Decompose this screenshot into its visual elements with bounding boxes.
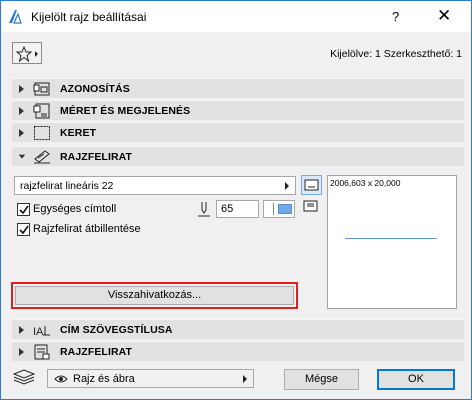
- panel-label: RAJZFELIRAT: [60, 151, 133, 163]
- chevron-right-icon: [285, 182, 289, 190]
- uniform-text-checkbox[interactable]: [17, 203, 30, 216]
- dialog-footer: Rajz és ábra Mégse OK: [1, 363, 471, 399]
- preview-size-label: 2006,603 x 20,000: [330, 178, 401, 188]
- panel-label: AZONOSÍTÁS: [60, 83, 130, 95]
- divider: [273, 203, 274, 215]
- pen-number-field[interactable]: [217, 201, 258, 217]
- layer-icon: [12, 369, 36, 385]
- favorites-button[interactable]: [12, 42, 42, 64]
- placement-bottom-icon: [304, 179, 319, 191]
- svg-text:IA: IA: [33, 326, 44, 338]
- text-style-icon: IA: [33, 326, 50, 338]
- title-preview: 2006,603 x 20,000: [327, 175, 457, 309]
- flip-title-label: Rajzfelirat átbillentése: [33, 223, 141, 235]
- expand-arrow-icon: [19, 348, 24, 356]
- placement-top-button[interactable]: [301, 198, 322, 216]
- size-appearance-icon: [33, 103, 50, 119]
- uniform-text-label: Egységes címtoll: [33, 203, 117, 215]
- id-icon: [33, 82, 50, 96]
- chevron-right-icon: [243, 375, 247, 383]
- expand-arrow-icon: [19, 326, 24, 334]
- panel-label: MÉRET ÉS MEGJELENÉS: [60, 105, 191, 117]
- expand-arrow-icon: [19, 129, 24, 137]
- title-bar: Kijelölt rajz beállításai ? ✕: [1, 1, 471, 32]
- panel-header-identification[interactable]: AZONOSÍTÁS: [12, 78, 464, 98]
- panel-header-frame[interactable]: KERET: [12, 122, 464, 142]
- selection-info: Kijelölve: 1 Szerkeszthető: 1: [330, 48, 462, 60]
- panel-header-size-appearance[interactable]: MÉRET ÉS MEGJELENÉS: [12, 100, 464, 120]
- pen-icon: [198, 202, 210, 217]
- title-params-icon: [34, 344, 50, 360]
- panel-header-drawing-title[interactable]: RAJZFELIRAT: [12, 146, 464, 166]
- expand-arrow-icon: [19, 107, 24, 115]
- help-button[interactable]: ?: [392, 9, 399, 24]
- uniform-text-checkbox-row[interactable]: Egységes címtoll: [17, 203, 177, 217]
- eye-icon: [54, 375, 68, 383]
- expand-arrow-icon: [19, 85, 24, 93]
- frame-icon: [34, 126, 50, 140]
- layer-dropdown[interactable]: Rajz és ábra: [47, 369, 254, 388]
- panel-label: RAJZFELIRAT: [60, 346, 133, 358]
- panel-label: KERET: [60, 127, 97, 139]
- cross-reference-button[interactable]: Visszahivatkozás...: [15, 286, 294, 305]
- archicad-logo-icon: [9, 10, 22, 24]
- ok-button[interactable]: OK: [377, 369, 455, 390]
- panel-label: CÍM SZÖVEGSTÍLUSA: [60, 324, 173, 336]
- pen-color-picker[interactable]: [263, 200, 295, 218]
- close-button[interactable]: ✕: [437, 6, 451, 26]
- placement-bottom-button[interactable]: [301, 175, 322, 195]
- checkmark-icon: [19, 225, 29, 235]
- flip-title-checkbox[interactable]: [17, 223, 30, 236]
- panel-header-title-params[interactable]: RAJZFELIRAT: [12, 341, 464, 361]
- preview-line: [345, 238, 437, 239]
- title-type-value: rajzfelirat lineáris 22: [20, 180, 114, 192]
- cancel-button[interactable]: Mégse: [284, 369, 359, 390]
- star-icon: [16, 46, 38, 62]
- collapse-arrow-icon: [18, 154, 26, 159]
- checkmark-icon: [19, 205, 29, 215]
- window-title: Kijelölt rajz beállításai: [31, 10, 147, 24]
- pen-number-input[interactable]: [216, 200, 259, 218]
- placement-top-icon: [303, 200, 318, 212]
- flip-title-checkbox-row[interactable]: Rajzfelirat átbillentése: [17, 223, 187, 237]
- dialog-window: Kijelölt rajz beállításai ? ✕ Kijelölve:…: [0, 0, 472, 400]
- title-type-dropdown[interactable]: rajzfelirat lineáris 22: [14, 176, 296, 195]
- pen-color-swatch: [278, 204, 292, 214]
- panel-header-title-text-style[interactable]: IA CÍM SZÖVEGSTÍLUSA: [12, 319, 464, 339]
- title-icon: [34, 150, 50, 164]
- layer-value: Rajz és ábra: [73, 373, 135, 385]
